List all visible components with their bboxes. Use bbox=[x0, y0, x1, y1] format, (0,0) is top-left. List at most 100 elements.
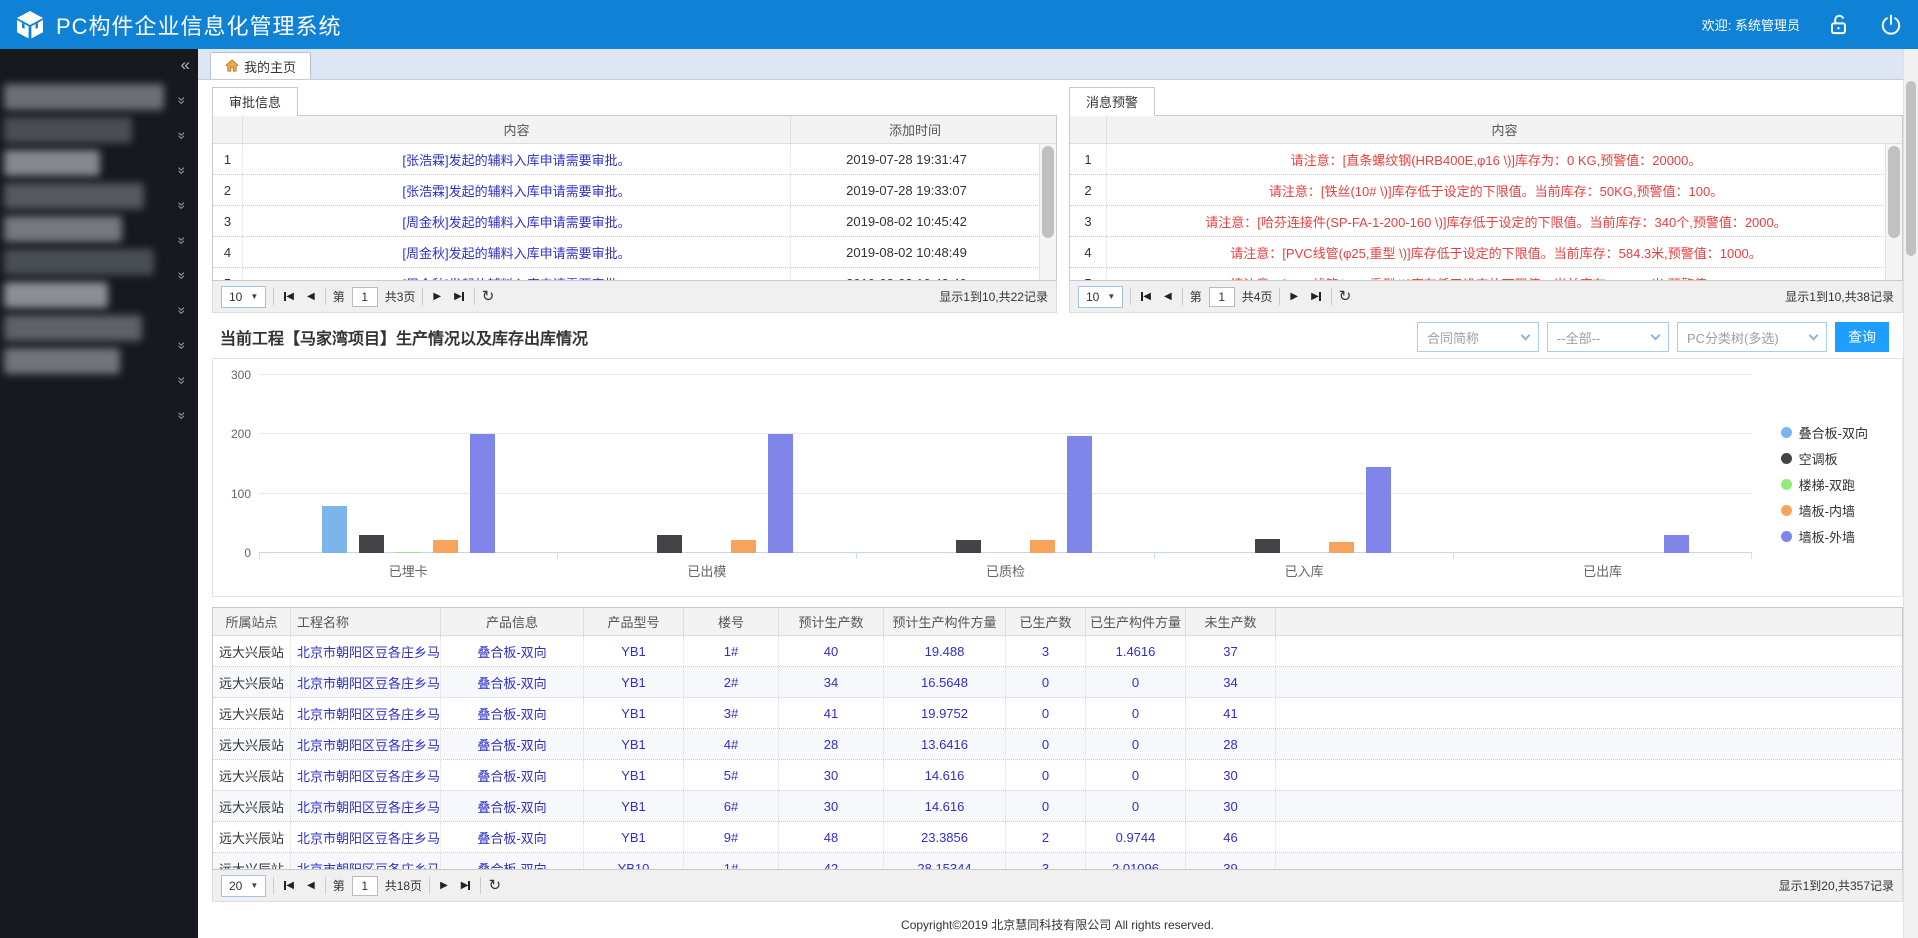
production-cell-link[interactable]: 0 bbox=[1042, 768, 1049, 783]
approval-content-link[interactable]: [周金秋]发起的辅料入库申请需要审批。 bbox=[402, 274, 630, 282]
page-scrollbar-thumb[interactable] bbox=[1906, 81, 1916, 256]
production-cell-2[interactable]: 北京市朝阳区豆各庄乡马家 bbox=[291, 698, 441, 728]
production-cell-2[interactable]: 北京市朝阳区豆各庄乡马家 bbox=[291, 667, 441, 697]
production-cell-5[interactable]: 1# bbox=[684, 853, 779, 870]
production-cell-3[interactable]: 叠合板-双向 bbox=[441, 667, 584, 697]
production-cell-6[interactable]: 28 bbox=[779, 729, 884, 759]
sidebar-redacted-item[interactable] bbox=[4, 216, 122, 242]
production-cell-link[interactable]: 北京市朝阳区豆各庄乡马家 bbox=[297, 766, 441, 785]
production-cell-link[interactable]: 叠合板-双向 bbox=[477, 673, 546, 692]
production-cell-link[interactable]: 北京市朝阳区豆各庄乡马家 bbox=[297, 859, 441, 871]
sidebar-expand-chevrons-icon[interactable]: » bbox=[166, 407, 199, 425]
production-cell-link[interactable]: 28 bbox=[1223, 737, 1237, 752]
production-cell-link[interactable]: 3# bbox=[724, 706, 738, 721]
production-cell-9[interactable]: 0 bbox=[1086, 791, 1186, 821]
production-cell-10[interactable]: 34 bbox=[1186, 667, 1276, 697]
production-cell-8[interactable]: 0 bbox=[1006, 791, 1086, 821]
power-logout-icon[interactable] bbox=[1878, 12, 1904, 38]
production-cell-7[interactable]: 28.15344 bbox=[884, 853, 1006, 870]
sidebar-redacted-item[interactable] bbox=[4, 117, 132, 143]
search-button[interactable]: 查询 bbox=[1835, 322, 1889, 352]
approval-prev-page-button[interactable]: ◀ bbox=[304, 289, 318, 304]
production-cell-link[interactable]: 42 bbox=[824, 861, 838, 871]
production-cell-link[interactable]: 30 bbox=[1223, 799, 1237, 814]
production-cell-7[interactable]: 19.9752 bbox=[884, 698, 1006, 728]
production-cell-4[interactable]: YB1 bbox=[584, 760, 684, 790]
production-cell-link[interactable]: 北京市朝阳区豆各庄乡马家 bbox=[297, 828, 441, 847]
production-cell-link[interactable]: 0 bbox=[1132, 799, 1139, 814]
production-cell-link[interactable]: 14.616 bbox=[925, 768, 965, 783]
approval-content-link[interactable]: [周金秋]发起的辅料入库申请需要审批。 bbox=[402, 243, 630, 262]
production-cell-link[interactable]: 28.15344 bbox=[917, 861, 971, 871]
production-cell-8[interactable]: 0 bbox=[1006, 667, 1086, 697]
production-cell-10[interactable]: 30 bbox=[1186, 791, 1276, 821]
production-cell-link[interactable]: 0 bbox=[1042, 675, 1049, 690]
sidebar-expand-chevrons-icon[interactable]: » bbox=[166, 92, 199, 110]
production-cell-link[interactable]: 0 bbox=[1042, 799, 1049, 814]
sidebar-expand-chevrons-icon[interactable]: » bbox=[166, 302, 199, 320]
production-cell-8[interactable]: 0 bbox=[1006, 760, 1086, 790]
production-cell-5[interactable]: 5# bbox=[684, 760, 779, 790]
production-cell-7[interactable]: 23.3856 bbox=[884, 822, 1006, 852]
production-cell-link[interactable]: 30 bbox=[824, 768, 838, 783]
production-cell-link[interactable]: 46 bbox=[1223, 830, 1237, 845]
all-filter-select[interactable]: --全部-- bbox=[1547, 322, 1669, 352]
alerts-page-input[interactable] bbox=[1209, 287, 1235, 307]
contract-name-select[interactable]: 合同简称 bbox=[1417, 322, 1539, 352]
production-cell-6[interactable]: 30 bbox=[779, 760, 884, 790]
production-last-page-button[interactable]: ▶ bbox=[458, 878, 474, 893]
sidebar-redacted-item[interactable] bbox=[4, 84, 164, 110]
alerts-table-scrollbar[interactable] bbox=[1885, 144, 1902, 280]
sidebar-expand-chevrons-icon[interactable]: » bbox=[166, 232, 199, 250]
production-cell-5[interactable]: 3# bbox=[684, 698, 779, 728]
production-cell-link[interactable]: 叠合板-双向 bbox=[477, 859, 546, 871]
production-cell-link[interactable]: YB1 bbox=[621, 830, 646, 845]
approval-content-link[interactable]: [周金秋]发起的辅料入库申请需要审批。 bbox=[402, 212, 630, 231]
production-cell-4[interactable]: YB1 bbox=[584, 729, 684, 759]
production-cell-3[interactable]: 叠合板-双向 bbox=[441, 729, 584, 759]
production-cell-9[interactable]: 0 bbox=[1086, 698, 1186, 728]
production-cell-2[interactable]: 北京市朝阳区豆各庄乡马家 bbox=[291, 822, 441, 852]
approval-content-link[interactable]: [张浩霖]发起的辅料入库申请需要审批。 bbox=[402, 181, 630, 200]
production-cell-link[interactable]: 3 bbox=[1042, 644, 1049, 659]
sidebar-redacted-item[interactable] bbox=[4, 282, 108, 308]
production-cell-link[interactable]: 9# bbox=[724, 830, 738, 845]
production-cell-10[interactable]: 28 bbox=[1186, 729, 1276, 759]
production-next-page-button[interactable]: ▶ bbox=[437, 878, 451, 893]
production-cell-link[interactable]: 叠合板-双向 bbox=[477, 797, 546, 816]
production-cell-9[interactable]: 0.9744 bbox=[1086, 822, 1186, 852]
production-cell-link[interactable]: YB1 bbox=[621, 675, 646, 690]
production-cell-link[interactable]: 16.5648 bbox=[921, 675, 968, 690]
approval-scrollbar-thumb[interactable] bbox=[1042, 146, 1054, 238]
production-cell-7[interactable]: 19.488 bbox=[884, 636, 1006, 666]
legend-item[interactable]: 空调板 bbox=[1781, 449, 1868, 468]
production-cell-3[interactable]: 叠合板-双向 bbox=[441, 791, 584, 821]
production-cell-10[interactable]: 46 bbox=[1186, 822, 1276, 852]
production-cell-link[interactable]: YB1 bbox=[621, 768, 646, 783]
approval-first-page-button[interactable]: ◀ bbox=[281, 289, 297, 304]
page-scrollbar[interactable] bbox=[1903, 49, 1918, 938]
sidebar-redacted-item[interactable] bbox=[4, 183, 144, 209]
sidebar-redacted-item[interactable] bbox=[4, 315, 142, 341]
sidebar-collapse-icon[interactable]: « bbox=[181, 55, 190, 75]
production-cell-link[interactable]: 6# bbox=[724, 799, 738, 814]
production-cell-link[interactable]: 23.3856 bbox=[921, 830, 968, 845]
production-cell-9[interactable]: 0 bbox=[1086, 667, 1186, 697]
production-cell-4[interactable]: YB1 bbox=[584, 822, 684, 852]
alerts-first-page-button[interactable]: ◀ bbox=[1138, 289, 1154, 304]
production-cell-8[interactable]: 3 bbox=[1006, 853, 1086, 870]
production-cell-9[interactable]: 1.4616 bbox=[1086, 636, 1186, 666]
production-cell-link[interactable]: 北京市朝阳区豆各庄乡马家 bbox=[297, 673, 441, 692]
production-cell-link[interactable]: 北京市朝阳区豆各庄乡马家 bbox=[297, 735, 441, 754]
production-cell-link[interactable]: 北京市朝阳区豆各庄乡马家 bbox=[297, 797, 441, 816]
production-cell-link[interactable]: 0 bbox=[1132, 768, 1139, 783]
production-cell-3[interactable]: 叠合板-双向 bbox=[441, 822, 584, 852]
production-cell-link[interactable]: 30 bbox=[824, 799, 838, 814]
production-cell-3[interactable]: 叠合板-双向 bbox=[441, 636, 584, 666]
production-cell-6[interactable]: 34 bbox=[779, 667, 884, 697]
alerts-page-size-select[interactable]: 10▼ bbox=[1078, 286, 1123, 308]
sidebar-redacted-item[interactable] bbox=[4, 150, 100, 176]
production-cell-link[interactable]: 0 bbox=[1132, 706, 1139, 721]
approval-page-size-select[interactable]: 10▼ bbox=[221, 286, 266, 308]
sidebar-expand-chevrons-icon[interactable]: » bbox=[166, 337, 199, 355]
